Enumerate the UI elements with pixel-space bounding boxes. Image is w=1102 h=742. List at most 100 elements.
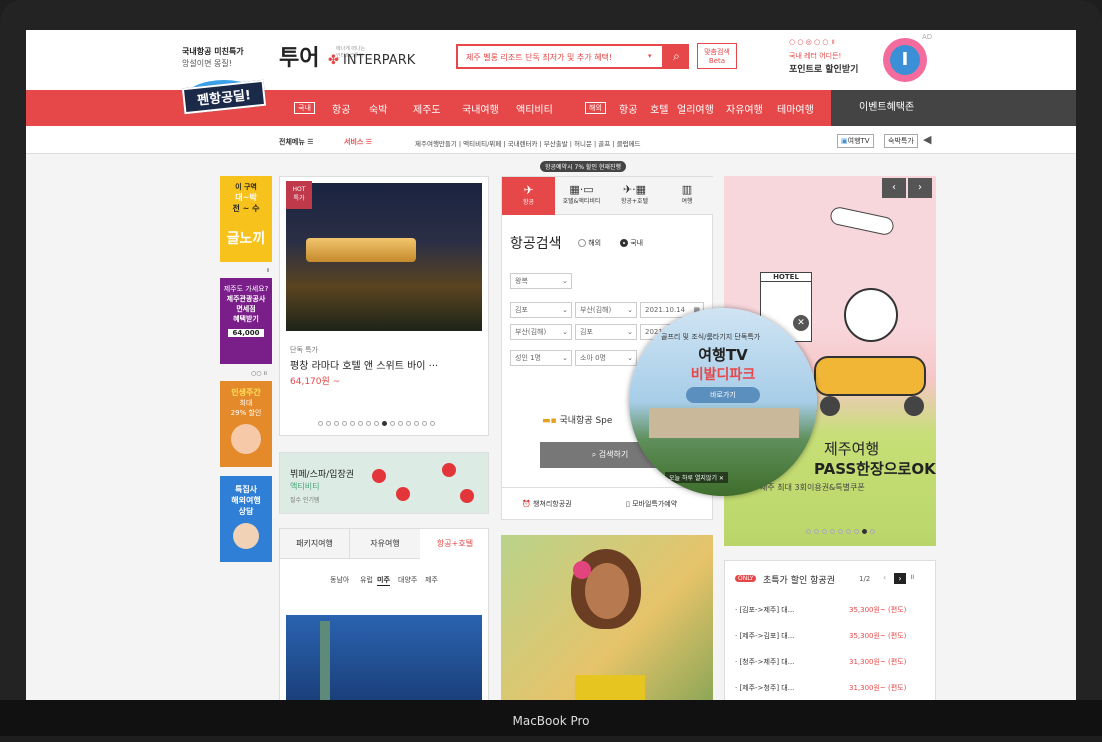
tab-flight-hotel[interactable]: 항공+호텔 <box>420 529 490 559</box>
hot-badge-line1: HOT <box>292 186 306 193</box>
from-select-2[interactable]: 부산(김해) ⌄ <box>510 324 572 340</box>
travel-tv-popup[interactable]: 골프리 및 조식/룸타기지 단독특가 여행TV 비발디파크 바로가기 오늘 하루… <box>629 308 817 496</box>
popup-close-today[interactable]: 오늘 하루 열지않기 ✕ <box>665 472 728 483</box>
chevron-left-icon[interactable]: ◀ <box>923 133 931 146</box>
chevron-right-icon[interactable]: › <box>894 573 906 584</box>
deal-route[interactable]: · [제주->청주] 대... <box>735 683 794 693</box>
stay-deal-button[interactable]: 숙박특가 <box>884 134 918 148</box>
promo-line1[interactable]: 국내항공 미친특가 <box>182 46 244 57</box>
popup-go-button[interactable]: 바로가기 <box>686 387 760 403</box>
interpark-logo[interactable]: ✤ INTERPARK <box>328 53 415 68</box>
chevron-down-icon: ⌄ <box>562 306 568 314</box>
all-menu-button[interactable]: 전체메뉴 ☰ <box>279 137 313 147</box>
nav-overseas-hotel[interactable]: 호텔 <box>650 101 668 116</box>
nav-theme-travel[interactable]: 테마여행 <box>777 101 814 116</box>
mobile-deal-link[interactable]: ▯ 모바일특가예약 <box>626 499 677 509</box>
bubble-letter: I <box>890 45 920 75</box>
tab-travel[interactable]: ▥ 여행 <box>661 177 713 215</box>
nav-domestic-stay[interactable]: 숙박 <box>369 101 387 116</box>
pause-icon[interactable]: ॥ <box>910 573 914 582</box>
service-menu-button[interactable]: 서비스 ☰ <box>344 137 372 147</box>
banner-prev-button[interactable]: ‹ <box>882 178 906 198</box>
radio-domestic[interactable]: 국내 <box>620 238 643 248</box>
buffet-card[interactable]: 뷔페/스파/입장권 액티비티 질수 인기템 <box>279 452 489 514</box>
from-select-1[interactable]: 김포 ⌄ <box>510 302 572 318</box>
left-ad-4-line3: 상담 <box>238 507 254 516</box>
hotel-carousel-dots[interactable] <box>316 411 436 430</box>
chevron-left-icon[interactable]: ‹ <box>883 573 886 582</box>
left-ad-3-line2: 최대 <box>239 399 253 407</box>
tab-free-travel[interactable]: 자유여행 <box>350 529 420 559</box>
trip-type-select[interactable]: 왕복 ⌄ <box>510 273 572 289</box>
points-line2[interactable]: 포인트로 할인받기 <box>789 62 858 75</box>
nav-early-travel[interactable]: 얼리여행 <box>677 101 714 116</box>
deadline-flight-link[interactable]: ⏰ 챙쳐리항공권 <box>522 499 572 509</box>
popup-title: 여행TV <box>698 346 748 364</box>
hotel-name[interactable]: 평창 라마다 호텔 앤 스위트 바이 ··· <box>290 357 438 372</box>
nav-free-travel[interactable]: 자유여행 <box>726 101 763 116</box>
tab-hotel-activity[interactable]: ▦·▭ 호텔&액티비티 <box>555 177 608 215</box>
left-ad-1[interactable]: 이 구역 대~박 전 ~ 수 글노끼 <box>220 176 272 262</box>
chevron-down-icon[interactable]: ▾ <box>648 52 652 60</box>
buffet-sub: 액티비티 <box>290 482 320 491</box>
tab-package[interactable]: 패키지여행 <box>280 529 350 559</box>
carousel-dots-icon[interactable]: ○○ ॥ <box>251 369 267 377</box>
woman-outfit <box>575 675 645 700</box>
beach-photo[interactable] <box>501 535 713 700</box>
nav-activity[interactable]: 액티비티 <box>516 101 553 116</box>
banner-next-button[interactable]: › <box>908 178 932 198</box>
nav-events[interactable]: 이벤트혜택존 <box>831 90 1076 126</box>
booking-promo-tag[interactable]: 항공예약시 7% 할인 현재진행 <box>540 161 626 172</box>
deal-route[interactable]: · [제주->김포] 대... <box>735 631 794 641</box>
region-southeast-asia[interactable]: 동남아 <box>330 575 349 585</box>
to-select-2[interactable]: 김포 ⌄ <box>575 324 637 340</box>
adult-select[interactable]: 성인 1명 ⌄ <box>510 350 572 366</box>
child-select[interactable]: 소아 0명 ⌄ <box>575 350 637 366</box>
search-box[interactable]: 제주 벨롱 리조트 단독 최저가 및 추가 혜택! ▾ <box>456 44 664 69</box>
tab-flight[interactable]: ✈ 항공 <box>502 177 555 215</box>
left-ad-3[interactable]: 인생주간 최대 29% 할인 <box>220 381 272 467</box>
close-icon[interactable]: ✕ <box>793 315 809 331</box>
region-jeju[interactable]: 제주 <box>425 575 438 585</box>
site-logo[interactable]: 투어 <box>279 40 319 72</box>
domestic-special-link[interactable]: ▬▪ 국내항공 Spe <box>542 413 612 426</box>
to-select-1[interactable]: 부산(김해) ⌄ <box>575 302 637 318</box>
nav-jeju[interactable]: 제주도 <box>413 101 441 116</box>
hotel-card[interactable]: HOT 특가 단독 특가 평창 라마다 호텔 앤 스위트 바이 ··· 64,17… <box>279 176 489 436</box>
region-america[interactable]: 미주 <box>377 575 390 586</box>
jeju-ad-dots[interactable] <box>804 519 876 538</box>
left-ad-2[interactable]: 제주도 가세요? 제주관광공사 면세점 혜택받기 64,000 <box>220 278 272 364</box>
pause-icon[interactable]: ॥ <box>266 266 270 274</box>
nav-domestic-flight[interactable]: 항공 <box>332 101 350 116</box>
mascot-icon <box>844 288 898 342</box>
custom-search-button[interactable]: 맞춤검색 Beta <box>697 43 737 69</box>
left-ad-4[interactable]: 특집사 해외여행 상담 <box>220 476 272 562</box>
nav-overseas-flight[interactable]: 항공 <box>619 101 637 116</box>
left-ad-2-line3: 면세점 <box>236 305 256 313</box>
chevron-right-icon: › <box>918 182 922 193</box>
search-input[interactable]: 제주 벨롱 리조트 단독 최저가 및 추가 혜택! <box>466 52 612 63</box>
points-line1[interactable]: 국내 레터 어디든! <box>789 51 841 61</box>
left-ad-1-big: 글노끼 <box>226 231 266 247</box>
mascot-face-icon <box>231 424 261 454</box>
travel-tv-button[interactable]: ▣여행TV <box>837 134 874 148</box>
deal-route[interactable]: · [청주->제주] 대... <box>735 657 794 667</box>
region-oceania[interactable]: 대양주 <box>398 575 417 585</box>
radio-overseas[interactable]: 해외 <box>578 238 601 248</box>
new-york-image[interactable] <box>286 615 482 700</box>
left-ad-3-line1: 인생주간 <box>231 388 261 397</box>
flower-icon <box>573 561 591 579</box>
service-links[interactable]: 제주여행만들기 | 액티비티/뷔페 | 국내렌터카 | 부산출발 | 허니문 |… <box>415 138 641 148</box>
promo-bubble[interactable]: I <box>883 38 927 82</box>
overseas-tag: 해외 <box>585 102 606 114</box>
search-button[interactable]: ⌕ <box>664 44 689 69</box>
from-2-value: 부산(김해) <box>515 328 547 336</box>
yellow-car-illustration <box>814 356 926 396</box>
region-europe[interactable]: 유럽 <box>360 575 373 585</box>
domestic-tag: 국내 <box>294 102 315 114</box>
promo-line2[interactable]: 앙설이면 몽질! <box>182 58 232 69</box>
nav-domestic-travel[interactable]: 국내여행 <box>462 101 499 116</box>
tab-flight-hotel-booking[interactable]: ✈·▦ 항공+호텔 <box>608 177 661 215</box>
alarm-clock-icon: ⏰ <box>522 500 531 508</box>
deal-route[interactable]: · [김포->제주] 대... <box>735 605 794 615</box>
